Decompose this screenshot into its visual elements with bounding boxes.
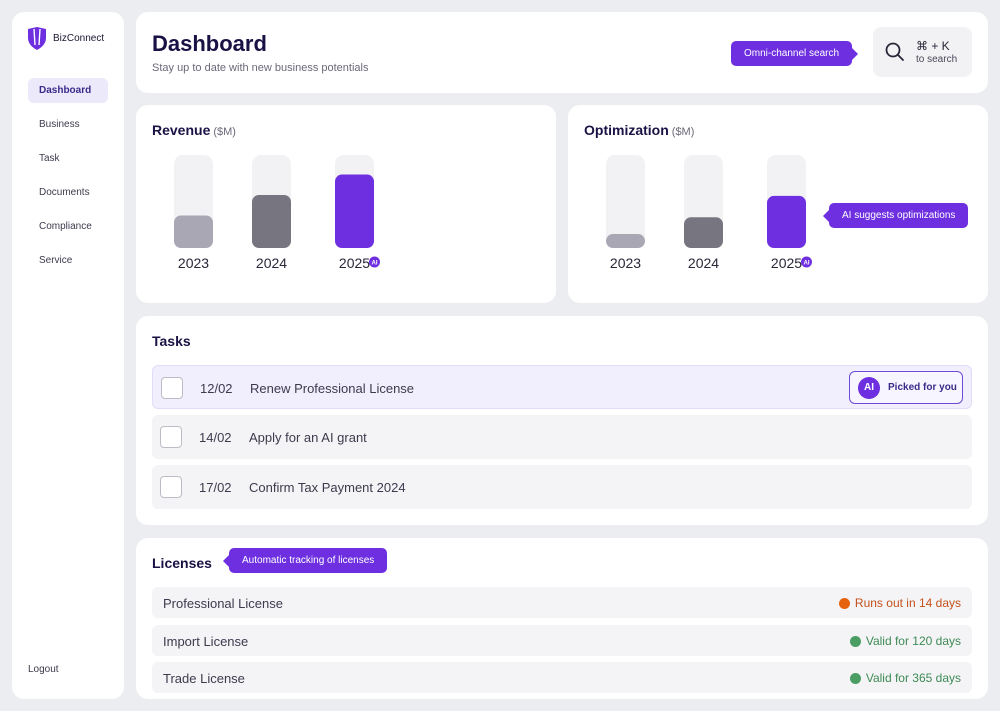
picked-for-you-badge[interactable]: AI Picked for you <box>849 371 963 404</box>
status-dot-icon <box>849 635 861 647</box>
sidebar-item-business[interactable]: Business <box>28 112 108 137</box>
ai-icon: AI <box>858 377 880 399</box>
license-status-text: Runs out in 14 days <box>854 596 961 610</box>
license-status-text: Valid for 365 days <box>865 671 961 685</box>
license-name: Trade License <box>163 671 245 686</box>
task-checkbox[interactable] <box>160 426 182 448</box>
tasks-title: Tasks <box>152 333 191 349</box>
optimization-tooltip: AI suggests optimizations <box>822 203 969 228</box>
page-subtitle: Stay up to date with new business potent… <box>152 62 369 74</box>
revenue-card: Revenue ($M) 2023 2024 2025 AI <box>136 105 556 303</box>
revenue-chart: 2023 2024 2025 AI <box>174 155 380 271</box>
sidebar-item-compliance[interactable]: Compliance <box>28 214 108 239</box>
search-shortcut: ⌘ + K <box>916 39 950 53</box>
search-hint: to search <box>916 54 958 65</box>
status-dot-icon <box>849 672 861 684</box>
task-date: 17/02 <box>199 480 232 495</box>
bar-2024[interactable] <box>684 217 723 248</box>
search-icon <box>885 42 904 61</box>
licenses-tooltip: Automatic tracking of licenses <box>222 548 388 573</box>
task-checkbox[interactable] <box>161 377 183 399</box>
license-status: Runs out in 14 days <box>838 596 961 610</box>
bar-2025[interactable] <box>335 174 374 248</box>
ai-marker-label: AI <box>372 261 378 267</box>
bar-2024[interactable] <box>252 194 291 248</box>
license-row[interactable]: Trade License Valid for 365 days <box>152 662 972 693</box>
header: Dashboard Stay up to date with new busin… <box>136 12 988 93</box>
sidebar-item-service[interactable]: Service <box>28 248 108 273</box>
sidebar: BizConnect Dashboard Business Task Docum… <box>12 12 124 699</box>
brand-name: BizConnect <box>53 33 105 44</box>
license-status: Valid for 365 days <box>849 671 961 685</box>
task-date: 12/02 <box>200 381 233 396</box>
sidebar-nav: Dashboard Business Task Documents Compli… <box>28 78 108 282</box>
brand[interactable]: BizConnect <box>27 27 104 50</box>
task-title: Renew Professional License <box>250 381 415 396</box>
tasks-card: Tasks 12/02 Renew Professional License A… <box>136 316 988 525</box>
task-checkbox[interactable] <box>160 476 182 498</box>
x-tick-label: 2023 <box>610 255 641 271</box>
sidebar-item-documents[interactable]: Documents <box>28 180 108 205</box>
task-date: 14/02 <box>199 430 232 445</box>
task-row[interactable]: 17/02 Confirm Tax Payment 2024 <box>152 465 972 509</box>
license-status: Valid for 120 days <box>849 634 961 648</box>
x-tick-label: 2024 <box>688 255 719 271</box>
logout-button[interactable]: Logout <box>28 664 59 675</box>
x-tick-label: 2025 <box>771 255 802 271</box>
task-row[interactable]: 12/02 Renew Professional License AI Pick… <box>152 365 972 409</box>
shield-logo-icon <box>28 27 46 50</box>
search-tooltip: Omni-channel search <box>731 41 859 66</box>
license-name: Import License <box>163 634 249 649</box>
license-status-text: Valid for 120 days <box>865 634 961 648</box>
task-row[interactable]: 14/02 Apply for an AI grant <box>152 415 972 459</box>
license-name: Professional License <box>163 596 283 611</box>
search-button[interactable]: ⌘ + K to search <box>873 27 972 77</box>
sidebar-item-dashboard[interactable]: Dashboard <box>28 78 108 103</box>
ai-marker-label: AI <box>804 261 810 267</box>
licenses-card: Licenses Automatic tracking of licenses … <box>136 538 988 699</box>
sidebar-item-task[interactable]: Task <box>28 146 108 171</box>
license-row[interactable]: Import License Valid for 120 days <box>152 625 972 656</box>
status-dot-icon <box>838 597 850 609</box>
task-title: Apply for an AI grant <box>249 430 367 445</box>
x-tick-label: 2023 <box>178 255 209 271</box>
license-row[interactable]: Professional License Runs out in 14 days <box>152 587 972 618</box>
x-tick-label: 2025 <box>339 255 370 271</box>
optimization-card: Optimization ($M) 2023 2024 2025 AI AI sugge… <box>568 105 988 303</box>
bar-2023[interactable] <box>174 215 213 248</box>
bar-2023[interactable] <box>606 234 645 248</box>
licenses-title: Licenses <box>152 555 212 571</box>
x-tick-label: 2024 <box>256 255 287 271</box>
page-title: Dashboard <box>152 31 267 56</box>
bar-2025[interactable] <box>767 195 806 248</box>
task-title: Confirm Tax Payment 2024 <box>249 480 406 495</box>
picked-label: Picked for you <box>888 382 957 393</box>
